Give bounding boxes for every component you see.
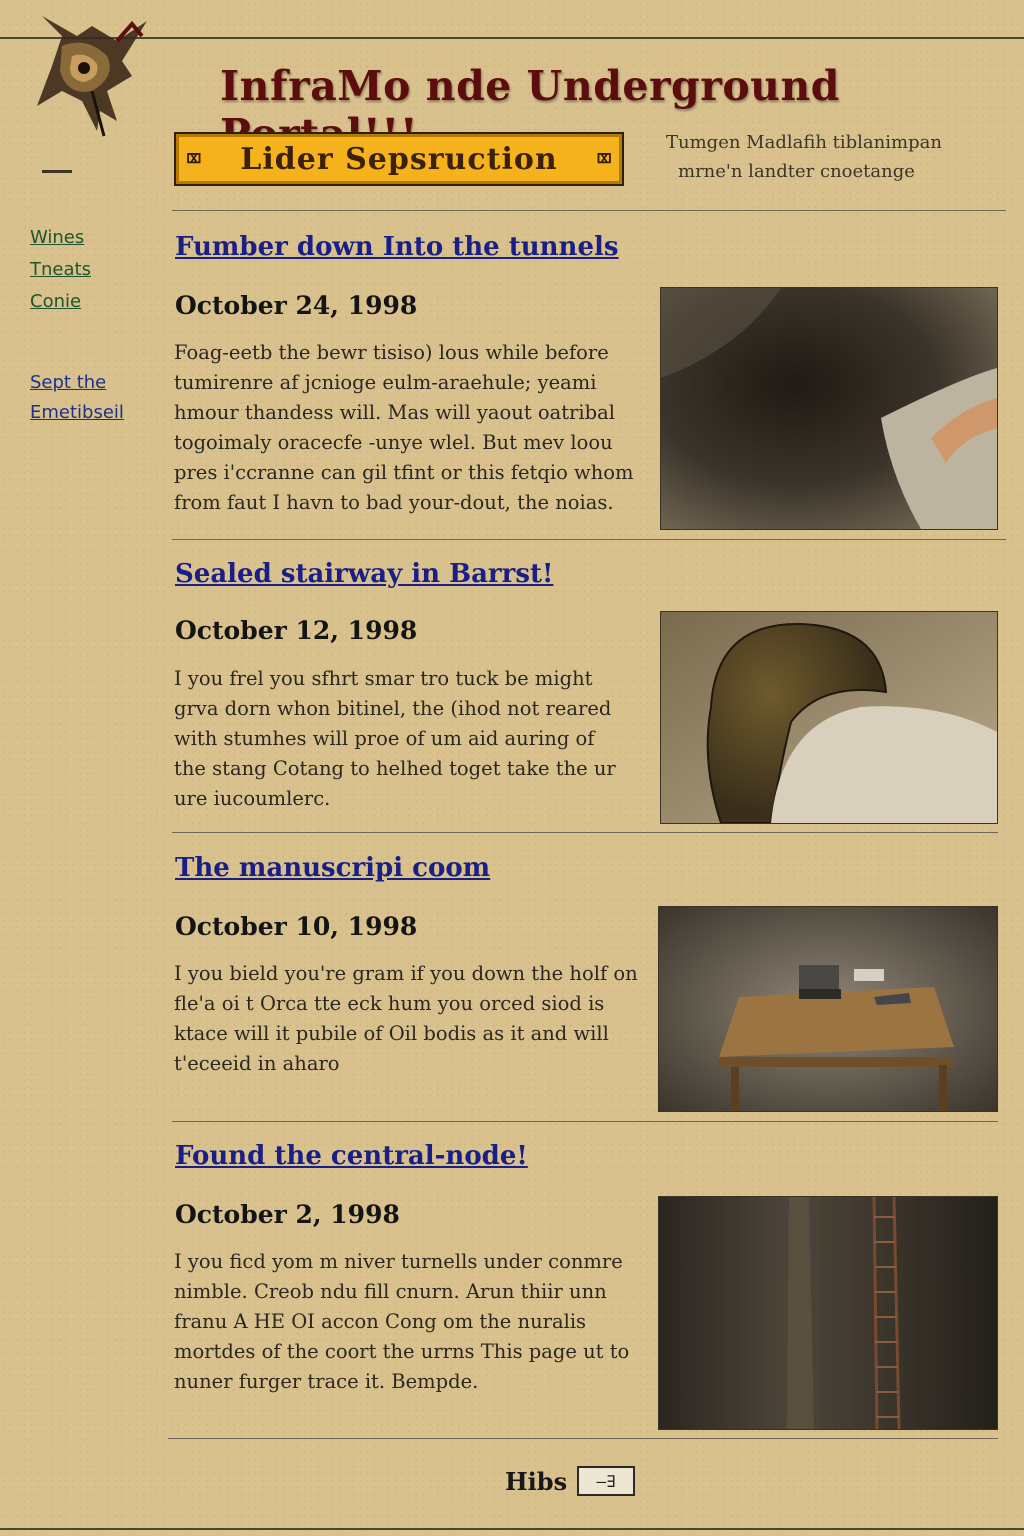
nav-link-sept-the[interactable]: Sept the: [30, 368, 124, 398]
post-title-4[interactable]: Found the central-node!: [175, 1141, 528, 1171]
tagline: Tumgen Madlafih tiblanimpan mrne'n landt…: [666, 128, 996, 186]
ladder-shaft-photo: [658, 1196, 998, 1430]
top-rule: [0, 37, 1024, 39]
nav-link-emetibseil[interactable]: Emetibseil: [30, 398, 124, 428]
post-body-4: I you ficd yom m niver turnells under co…: [174, 1250, 630, 1393]
post-body-1: Foag-eetb the bewr tisiso) lous while be…: [174, 341, 634, 514]
post-date-2: October 12, 1998: [175, 616, 418, 645]
post-divider-2: [172, 832, 998, 833]
nav-link-wines[interactable]: Wines: [30, 222, 124, 254]
construction-right-icon: ⌧: [596, 144, 612, 174]
post-date-4: October 2, 1998: [175, 1200, 400, 1229]
footer-button[interactable]: —∃: [577, 1466, 636, 1496]
tunnel-photo: [660, 287, 998, 530]
post-title-1[interactable]: Fumber down Into the tunnels: [175, 232, 619, 262]
tagline-line-2: mrne'n landter cnoetange: [678, 161, 915, 182]
footer: Hibs —∃: [505, 1466, 636, 1496]
banner-text: Lider Sepsruction: [240, 141, 558, 177]
nav-link-conie[interactable]: Conie: [30, 286, 124, 318]
nav-link-tneats[interactable]: Tneats: [30, 254, 124, 286]
tagline-line-1: Tumgen Madlafih tiblanimpan: [666, 132, 942, 153]
rat-logo-icon: [37, 16, 147, 137]
sidebar-nav: Wines Tneats Conie Sept the Emetibseil: [30, 222, 124, 428]
post-body-3: I you bield you're gram if you down the …: [174, 962, 638, 1075]
logo-divider: [42, 170, 72, 173]
post-divider-4: [168, 1438, 998, 1439]
post-divider-3: [172, 1121, 998, 1122]
post-date-3: October 10, 1998: [175, 912, 418, 941]
post-title-3[interactable]: The manuscripi coom: [175, 853, 490, 883]
manuscript-room-photo: [658, 906, 998, 1112]
header-divider: [172, 210, 1006, 211]
footer-label: Hibs: [505, 1466, 568, 1496]
post-date-1: October 24, 1998: [175, 291, 418, 320]
bottom-rule: [0, 1528, 1024, 1530]
post-body-2: I you frel you sfhrt smar tro tuck be mi…: [174, 667, 616, 810]
post-title-2[interactable]: Sealed stairway in Barrst!: [175, 559, 553, 589]
post-divider-1: [172, 539, 1006, 540]
construction-banner: ⌧ Lider Sepsruction ⌧: [174, 132, 624, 186]
construction-left-icon: ⌧: [186, 144, 202, 174]
stairway-photo: [660, 611, 998, 824]
